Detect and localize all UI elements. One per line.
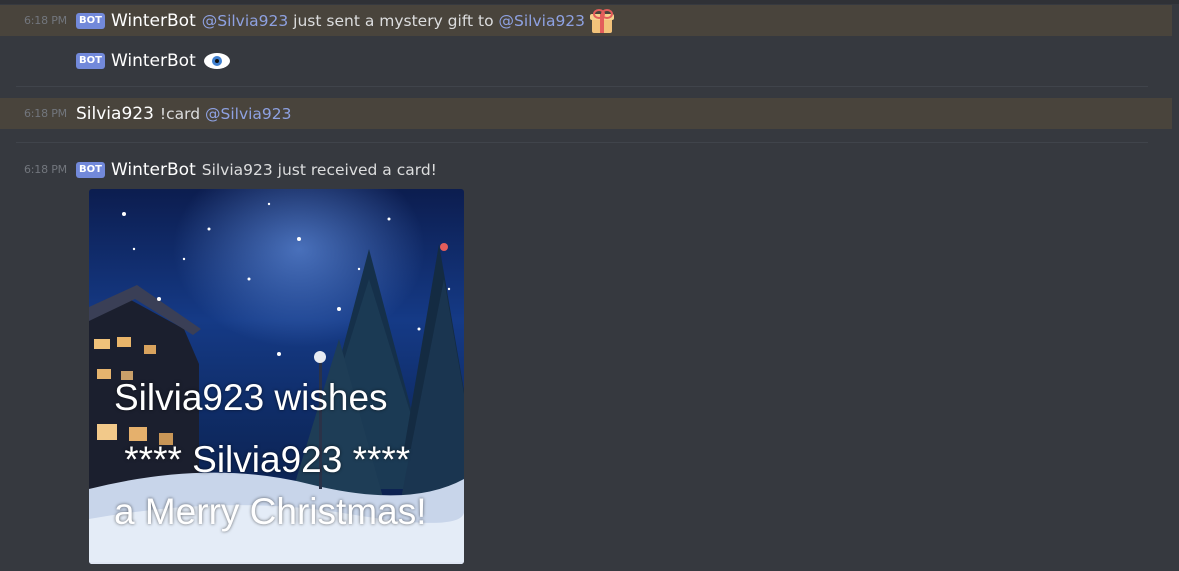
message-row-eye[interactable]: BOT WinterBot [0,46,1172,76]
message-text: Silvia923 just received a card! [201,160,437,179]
message-timestamp: 6:18 PM [24,163,67,176]
message-content: BOT WinterBot Silvia923 just received a … [76,160,437,180]
message-timestamp: 6:18 PM [24,14,67,27]
author-username[interactable]: Silvia923 [76,104,154,124]
christmas-card-image[interactable]: Silvia923 wishes **** Silvia923 **** a M… [89,189,464,564]
message-content: BOT WinterBot @Silvia923 just sent a mys… [76,8,615,34]
card-greeting-line: a Merry Christmas! [114,491,427,532]
user-mention[interactable]: @Silvia923 [499,12,586,30]
message-content: BOT WinterBot [76,51,230,71]
bot-tag: BOT [76,53,105,69]
author-username[interactable]: WinterBot [111,51,196,71]
message-row-card-command[interactable]: 6:18 PM Silvia923 !card @Silvia923 [0,98,1172,129]
message-row-gift[interactable]: 6:18 PM BOT WinterBot @Silvia923 just se… [0,5,1172,36]
message-divider [16,86,1148,87]
top-strip [0,0,1179,4]
message-timestamp: 6:18 PM [24,107,67,120]
author-username[interactable]: WinterBot [111,160,196,180]
gift-icon [589,8,615,34]
message-content: Silvia923 !card @Silvia923 [76,104,292,124]
author-username[interactable]: WinterBot [111,11,196,31]
message-divider [16,142,1148,143]
message-text: just sent a mystery gift to [288,11,499,30]
user-mention[interactable]: @Silvia923 [202,12,289,30]
bot-tag: BOT [76,161,105,178]
eye-icon [203,53,230,69]
user-mention[interactable]: @Silvia923 [205,105,292,123]
card-greeting-line: Silvia923 wishes [114,377,388,418]
card-greeting-line: **** Silvia923 **** [114,439,411,480]
bot-tag: BOT [76,12,105,29]
card-bottom-border [89,562,464,564]
message-text: !card [159,104,205,123]
message-row-card-received[interactable]: 6:18 PM BOT WinterBot Silvia923 just rec… [0,154,1172,185]
